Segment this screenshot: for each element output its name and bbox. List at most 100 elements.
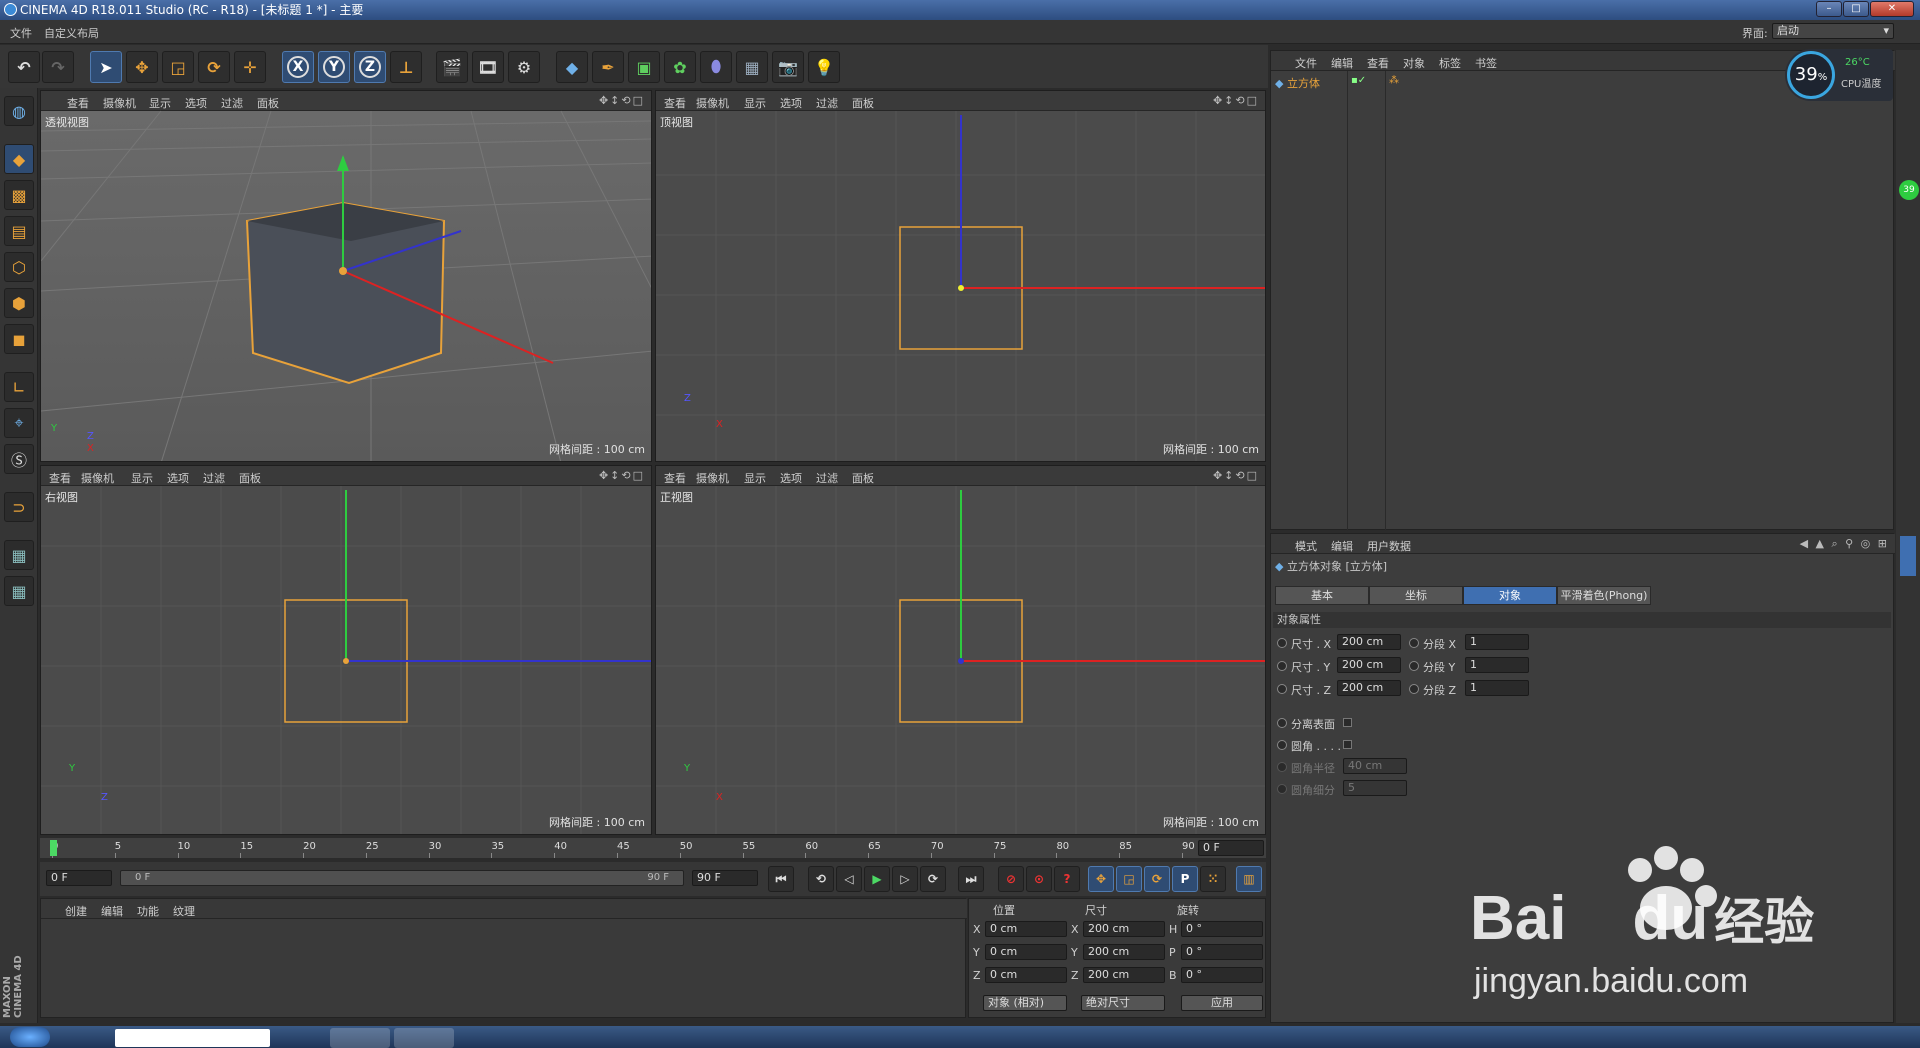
segments-y-field[interactable]: 1 bbox=[1465, 657, 1529, 673]
key-pla-button[interactable]: ⁙ bbox=[1200, 866, 1226, 892]
tab-phong[interactable]: 平滑着色(Phong) bbox=[1557, 586, 1651, 605]
goto-end-button[interactable]: ⏭ bbox=[958, 866, 984, 892]
segments-z-radio[interactable] bbox=[1409, 684, 1419, 694]
rotation-p-field[interactable]: 0 ° bbox=[1181, 944, 1263, 960]
grid-snap-button[interactable]: ▦ bbox=[4, 576, 34, 606]
segments-x-field[interactable]: 1 bbox=[1465, 634, 1529, 650]
deformer-button[interactable]: ⬮ bbox=[700, 51, 732, 83]
rotate-tool-button[interactable]: ⟳ bbox=[198, 51, 230, 83]
start-frame-field[interactable]: 0 F bbox=[46, 870, 112, 886]
taskbar-app[interactable] bbox=[330, 1028, 390, 1048]
key-parameter-button[interactable]: P bbox=[1172, 866, 1198, 892]
x-axis-lock-button[interactable]: X bbox=[282, 51, 314, 83]
size-y-radio[interactable] bbox=[1277, 661, 1287, 671]
render-picture-viewer-button[interactable]: 🎞 bbox=[472, 51, 504, 83]
camera-button[interactable]: 📷 bbox=[772, 51, 804, 83]
keyframe-selection-button[interactable]: ? bbox=[1054, 866, 1080, 892]
play-button[interactable]: ▶ bbox=[864, 866, 890, 892]
rotation-b-field[interactable]: 0 ° bbox=[1181, 967, 1263, 983]
move-tool-button[interactable]: ✥ bbox=[126, 51, 158, 83]
minimize-button[interactable]: – bbox=[1816, 1, 1842, 17]
viewport-top[interactable]: 查看 摄像机 显示 选项 过滤 面板 ✥↕⟲□ Z X 顶视图 网格间距 : 1… bbox=[655, 90, 1266, 462]
prev-key-button[interactable]: ⟲ bbox=[808, 866, 834, 892]
size-z-radio[interactable] bbox=[1277, 684, 1287, 694]
segments-y-radio[interactable] bbox=[1409, 661, 1419, 671]
viewport-perspective[interactable]: 查看 摄像机 显示 选项 过滤 面板 ✥↕⟲□ Y Z X 透视视图 网格间距 … bbox=[40, 90, 652, 462]
side-tab-attributes[interactable] bbox=[1900, 536, 1916, 576]
obj-menu-edit[interactable]: 编辑 bbox=[1331, 55, 1353, 71]
size-x-radio[interactable] bbox=[1277, 638, 1287, 648]
magnet-button[interactable]: ⊃ bbox=[4, 492, 34, 522]
light-button[interactable]: 💡 bbox=[808, 51, 840, 83]
obj-menu-view[interactable]: 查看 bbox=[1367, 55, 1389, 71]
coord-mode-select[interactable]: 对象 (相对) bbox=[983, 995, 1067, 1011]
attribute-nav-icons[interactable]: ◀ ▲ ⌕ ⚲ ◎ ⊞ bbox=[1800, 537, 1889, 551]
snap-button[interactable]: Ⓢ bbox=[4, 444, 34, 474]
cube-primitive-button[interactable]: ◆ bbox=[556, 51, 588, 83]
goto-start-button[interactable]: ⏮ bbox=[768, 866, 794, 892]
layout-select[interactable]: 启动 ▾ bbox=[1772, 23, 1894, 39]
close-button[interactable]: ✕ bbox=[1870, 1, 1914, 17]
separate-surfaces-checkbox[interactable] bbox=[1343, 718, 1352, 727]
menu-file[interactable]: 文件 bbox=[10, 25, 32, 41]
size-z-field[interactable]: 200 cm bbox=[1337, 680, 1401, 696]
viewport-right[interactable]: 查看 摄像机 显示 选项 过滤 面板 ✥↕⟲□ Y Z 右视图 网格间距 : 1… bbox=[40, 465, 652, 835]
visibility-check-icon[interactable]: ▪✓ bbox=[1351, 75, 1366, 86]
attr-menu-mode[interactable]: 模式 bbox=[1295, 538, 1317, 554]
render-settings-button[interactable]: ⚙ bbox=[508, 51, 540, 83]
attr-menu-edit[interactable]: 编辑 bbox=[1331, 538, 1353, 554]
size-x-field[interactable]: 200 cm bbox=[1337, 634, 1401, 650]
lock-workplane-button[interactable]: ▦ bbox=[4, 540, 34, 570]
model-mode-button[interactable]: ◆ bbox=[4, 144, 34, 174]
next-key-button[interactable]: ⟳ bbox=[920, 866, 946, 892]
texture-mode-button[interactable]: ▩ bbox=[4, 180, 34, 210]
make-editable-button[interactable]: ◍ bbox=[4, 96, 34, 126]
tweak-mode-button[interactable]: ⌖ bbox=[4, 408, 34, 438]
polygons-mode-button[interactable]: ◼ bbox=[4, 324, 34, 354]
maximize-button[interactable]: □ bbox=[1843, 1, 1869, 17]
floor-scene-button[interactable]: ▦ bbox=[736, 51, 768, 83]
menu-custom-layout[interactable]: 自定义布局 bbox=[44, 25, 99, 41]
workplane-button[interactable]: ▤ bbox=[4, 216, 34, 246]
key-rotation-button[interactable]: ⟳ bbox=[1144, 866, 1170, 892]
playhead[interactable] bbox=[50, 840, 57, 856]
scale-tool-button[interactable]: ◲ bbox=[162, 51, 194, 83]
y-axis-lock-button[interactable]: Y bbox=[318, 51, 350, 83]
end-frame-field[interactable]: 90 F bbox=[692, 870, 758, 886]
transform-tool-button[interactable]: ✛ bbox=[234, 51, 266, 83]
segments-z-field[interactable]: 1 bbox=[1465, 680, 1529, 696]
select-tool-button[interactable]: ➤ bbox=[90, 51, 122, 83]
timeline-ruler[interactable]: 051015202530354045505560657075808590 0 F bbox=[40, 838, 1266, 858]
taskbar-app[interactable] bbox=[394, 1028, 454, 1048]
z-axis-lock-button[interactable]: Z bbox=[354, 51, 386, 83]
key-position-button[interactable]: ✥ bbox=[1088, 866, 1114, 892]
obj-menu-object[interactable]: 对象 bbox=[1403, 55, 1425, 71]
obj-menu-bookmark[interactable]: 书签 bbox=[1475, 55, 1497, 71]
points-mode-button[interactable]: ⬡ bbox=[4, 252, 34, 282]
tab-coordinates[interactable]: 坐标 bbox=[1369, 586, 1463, 605]
autokey-button[interactable]: ⊙ bbox=[1026, 866, 1052, 892]
subdivision-surface-button[interactable]: ▣ bbox=[628, 51, 660, 83]
size-z-field[interactable]: 200 cm bbox=[1083, 967, 1165, 983]
tag-icon[interactable]: ⁂ bbox=[1389, 75, 1399, 86]
size-x-field[interactable]: 200 cm bbox=[1083, 921, 1165, 937]
attr-menu-userdata[interactable]: 用户数据 bbox=[1367, 538, 1411, 554]
record-button[interactable]: ⊘ bbox=[998, 866, 1024, 892]
segments-x-radio[interactable] bbox=[1409, 638, 1419, 648]
mat-menu-create[interactable]: 创建 bbox=[65, 903, 87, 919]
object-row-cube[interactable]: ◆ 立方体 bbox=[1275, 75, 1320, 91]
position-x-field[interactable]: 0 cm bbox=[985, 921, 1067, 937]
obj-menu-file[interactable]: 文件 bbox=[1295, 55, 1317, 71]
array-generator-button[interactable]: ✿ bbox=[664, 51, 696, 83]
timeline-button[interactable]: ▥ bbox=[1236, 866, 1262, 892]
coordinate-system-button[interactable]: ⊥ bbox=[390, 51, 422, 83]
size-mode-select[interactable]: 绝对尺寸 bbox=[1081, 995, 1165, 1011]
edges-mode-button[interactable]: ⬢ bbox=[4, 288, 34, 318]
render-view-button[interactable]: 🎬 bbox=[436, 51, 468, 83]
obj-menu-tag[interactable]: 标签 bbox=[1439, 55, 1461, 71]
mat-menu-function[interactable]: 功能 bbox=[137, 903, 159, 919]
separate-surfaces-radio[interactable] bbox=[1277, 718, 1287, 728]
tab-basic[interactable]: 基本 bbox=[1275, 586, 1369, 605]
taskbar-search-box[interactable] bbox=[115, 1029, 270, 1047]
viewport-front[interactable]: 查看 摄像机 显示 选项 过滤 面板 ✥↕⟲□ Y X 正视图 网格间距 : 1… bbox=[655, 465, 1266, 835]
